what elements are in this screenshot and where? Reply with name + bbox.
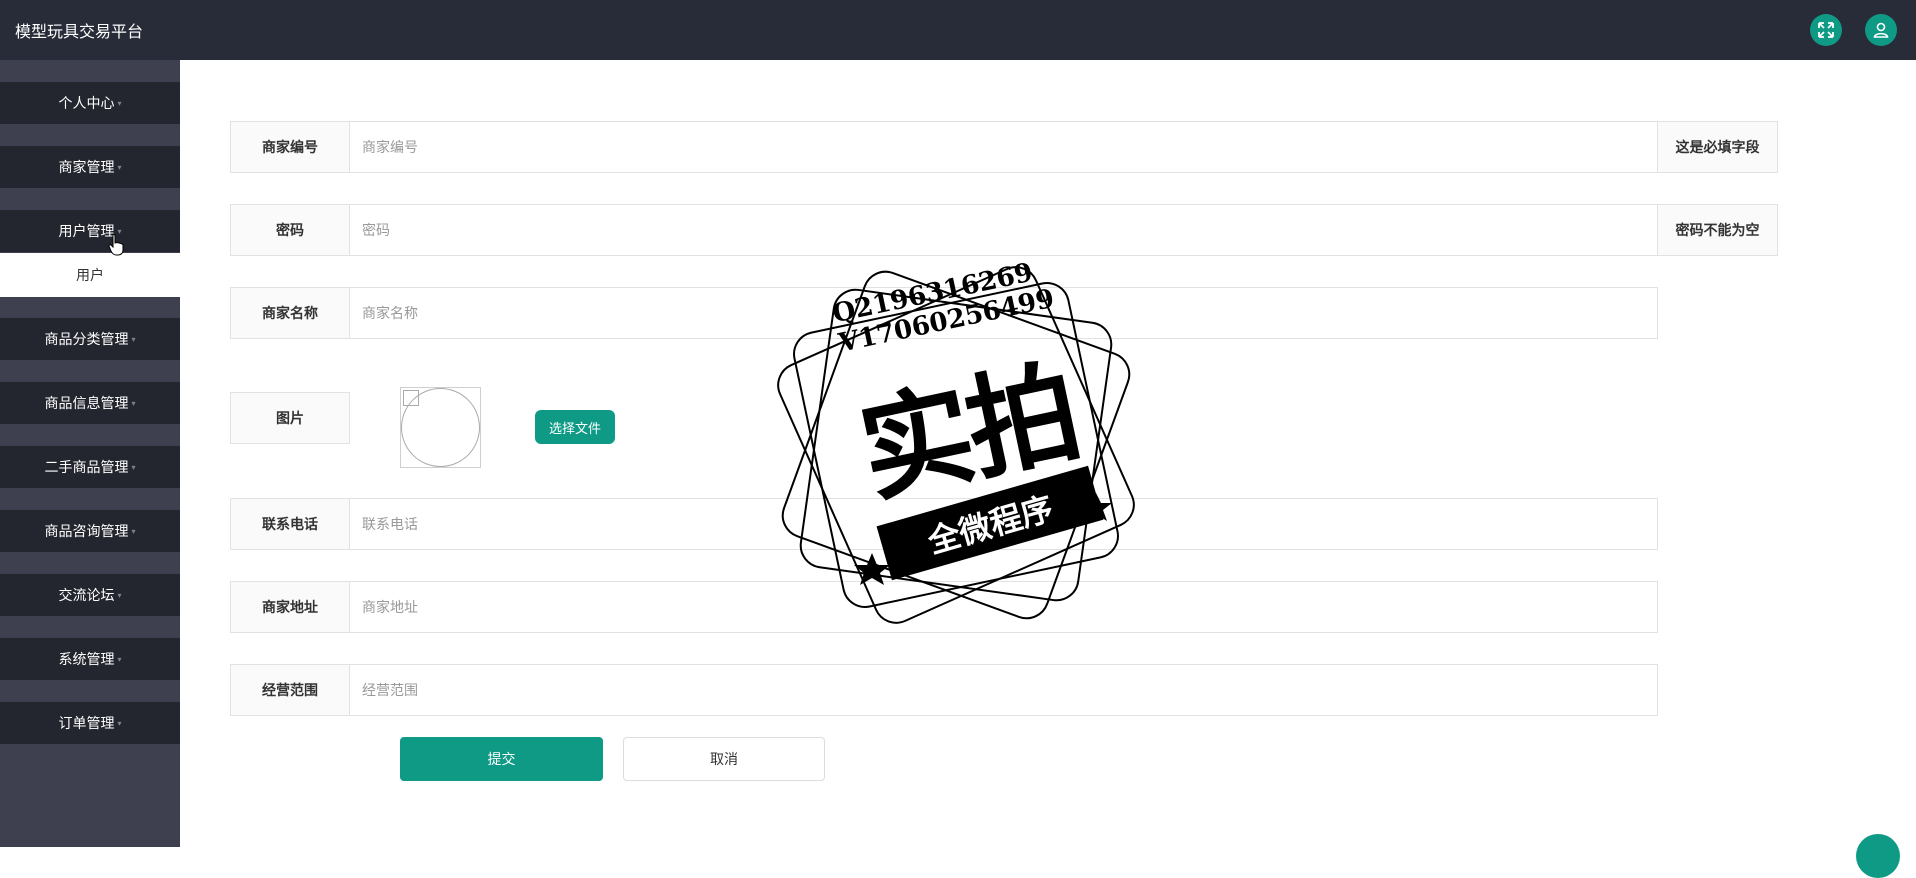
- password-hint: 密码不能为空: [1657, 204, 1778, 256]
- sidebar: 个人中心 ▾ 商家管理 ▾ 用户管理 ▾ 用户 商品分类管理 ▾ 商品信息管理 ▾ 二手商…: [0, 60, 180, 847]
- scope-input[interactable]: 经营范围: [349, 664, 1658, 716]
- choose-file-button[interactable]: 选择文件: [535, 410, 615, 444]
- scope-label: 经营范围: [230, 664, 350, 716]
- chevron-down-icon: ▾: [131, 334, 136, 344]
- chevron-down-icon: ▾: [117, 590, 122, 600]
- phone-label: 联系电话: [230, 498, 350, 550]
- sidebar-item-merchant-management[interactable]: 商家管理 ▾: [0, 146, 180, 188]
- chevron-down-icon: ▾: [117, 162, 122, 172]
- cancel-button[interactable]: 取消: [623, 737, 825, 781]
- sidebar-item-personal-center[interactable]: 个人中心 ▾: [0, 82, 180, 124]
- sidebar-item-secondhand-management[interactable]: 二手商品管理 ▾: [0, 446, 180, 488]
- sidebar-item-inquiry-management[interactable]: 商品咨询管理 ▾: [0, 510, 180, 552]
- floating-action-button[interactable]: [1856, 834, 1900, 878]
- sidebar-item-product-info-management[interactable]: 商品信息管理 ▾: [0, 382, 180, 424]
- avatar-placeholder: [401, 388, 480, 467]
- chevron-down-icon: ▾: [131, 398, 136, 408]
- sidebar-item-order-management[interactable]: 订单管理 ▾: [0, 702, 180, 744]
- user-icon: [1873, 22, 1889, 38]
- sidebar-item-user-management[interactable]: 用户管理 ▾: [0, 210, 180, 252]
- fullscreen-icon: [1818, 22, 1834, 38]
- chevron-down-icon: ▾: [131, 462, 136, 472]
- sidebar-item-forum[interactable]: 交流论坛 ▾: [0, 574, 180, 616]
- chevron-down-icon: ▾: [117, 718, 122, 728]
- submit-button[interactable]: 提交: [400, 737, 603, 781]
- app-title: 模型玩具交易平台: [15, 22, 144, 41]
- user-button[interactable]: [1865, 14, 1897, 46]
- image-preview: [400, 387, 481, 468]
- fullscreen-button[interactable]: [1810, 14, 1842, 46]
- hand-cursor-icon: [108, 233, 124, 256]
- merchant-id-hint: 这是必填字段: [1657, 121, 1778, 173]
- merchant-id-input[interactable]: 商家编号: [349, 121, 1658, 173]
- sidebar-item-category-management[interactable]: 商品分类管理 ▾: [0, 318, 180, 360]
- image-label: 图片: [230, 392, 350, 444]
- address-label: 商家地址: [230, 581, 350, 633]
- top-header: 模型玩具交易平台: [0, 0, 1916, 60]
- chevron-down-icon: ▾: [131, 526, 136, 536]
- chevron-down-icon: ▾: [117, 98, 122, 108]
- merchant-name-label: 商家名称: [230, 287, 350, 339]
- sidebar-item-system-management[interactable]: 系统管理 ▾: [0, 638, 180, 680]
- merchant-id-label: 商家编号: [230, 121, 350, 173]
- password-label: 密码: [230, 204, 350, 256]
- sidebar-subitem-user[interactable]: 用户: [0, 253, 180, 297]
- chevron-down-icon: ▾: [117, 654, 122, 664]
